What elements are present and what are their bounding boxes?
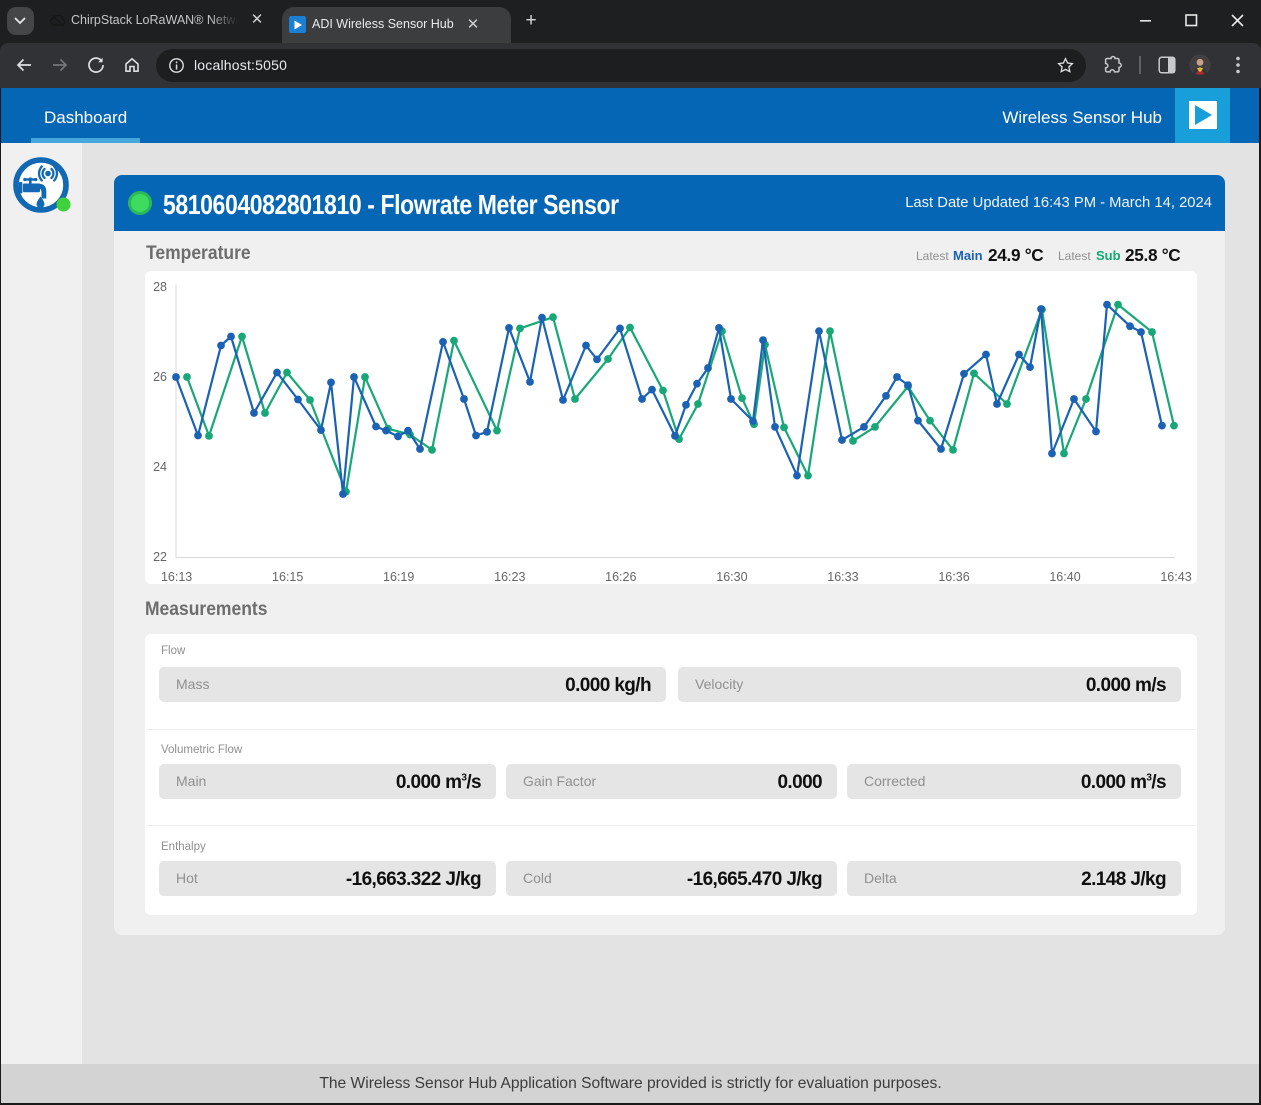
svg-text:22: 22: [153, 550, 167, 564]
svg-text:28: 28: [153, 280, 167, 294]
svg-text:16:23: 16:23: [494, 570, 525, 584]
svg-text:16:19: 16:19: [383, 570, 414, 584]
svg-text:24: 24: [153, 460, 167, 474]
svg-text:16:40: 16:40: [1049, 570, 1080, 584]
svg-text:16:15: 16:15: [272, 570, 303, 584]
svg-text:16:36: 16:36: [938, 570, 969, 584]
svg-text:16:33: 16:33: [827, 570, 858, 584]
svg-text:26: 26: [153, 370, 167, 384]
svg-text:16:26: 16:26: [605, 570, 636, 584]
svg-text:16:30: 16:30: [716, 570, 747, 584]
svg-text:16:13: 16:13: [161, 570, 192, 584]
svg-text:16:43: 16:43: [1160, 570, 1191, 584]
